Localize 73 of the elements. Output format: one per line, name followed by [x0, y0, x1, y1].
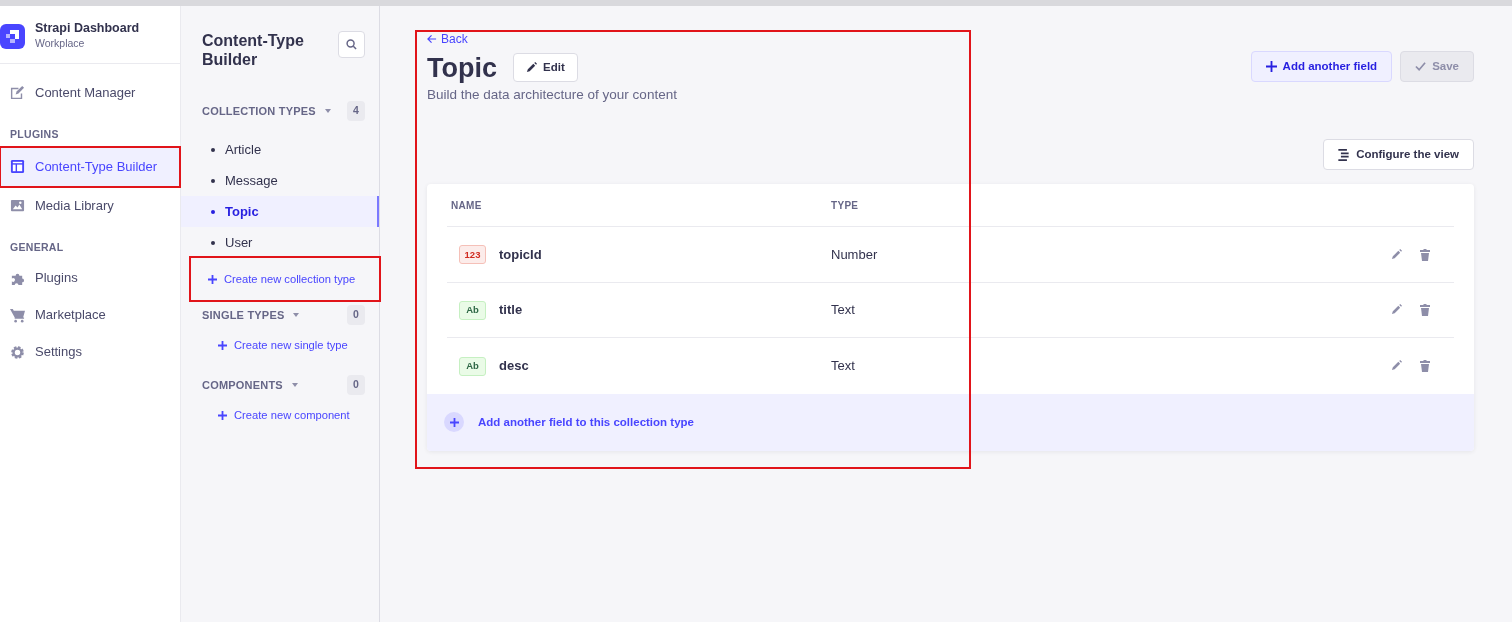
back-arrow-icon: [427, 34, 437, 44]
trash-icon: [1420, 248, 1430, 261]
check-icon: [1415, 60, 1427, 72]
configure-view-button[interactable]: Configure the view: [1323, 139, 1474, 171]
content-type-item[interactable]: Topic: [181, 196, 379, 227]
cart-icon: [10, 307, 25, 323]
content-type-item[interactable]: Article: [181, 134, 379, 165]
nav-item[interactable]: Settings: [0, 333, 180, 371]
caret-icon: [323, 107, 332, 115]
settings-icon: [10, 344, 25, 360]
column-header: TYPE: [831, 198, 859, 213]
plus-icon: [449, 417, 459, 427]
back-link[interactable]: Back: [427, 30, 468, 48]
nav-section-label: GENERAL: [9, 239, 65, 255]
edit-field-button[interactable]: [1391, 360, 1402, 373]
pencil-icon: [1391, 248, 1402, 260]
count-badge: 4: [346, 101, 365, 121]
brand-title: Strapi Dashboard: [35, 21, 140, 37]
trash-icon: [1420, 360, 1430, 373]
create-link[interactable]: Create new single type: [191, 330, 379, 360]
create-link[interactable]: Create new collection type: [191, 258, 379, 300]
content-type-item[interactable]: Message: [181, 165, 379, 196]
field-name: title: [499, 301, 523, 320]
column-header: NAME: [450, 198, 483, 213]
group-heading[interactable]: SINGLE TYPES: [202, 306, 301, 324]
field-type: Text: [831, 357, 855, 376]
edit-field-button[interactable]: [1391, 304, 1402, 317]
field-type: Number: [831, 245, 878, 264]
count-badge: 0: [346, 305, 365, 325]
nav-item[interactable]: Content Manager: [0, 74, 180, 111]
plus-icon: [218, 410, 227, 420]
plus-icon: [218, 340, 227, 350]
brand-subtitle: Workplace: [35, 36, 86, 52]
delete-field-button[interactable]: [1420, 248, 1430, 261]
create-link[interactable]: Create new component: [191, 400, 379, 430]
nav-item[interactable]: Content-Type Builder: [0, 146, 180, 187]
list-icon: [1338, 148, 1350, 161]
plus-icon: [208, 274, 217, 284]
pencil-icon: [526, 62, 537, 74]
search-button[interactable]: [338, 31, 365, 58]
image-icon: [10, 197, 25, 213]
add-field-footer-button[interactable]: Add another field to this collection type: [427, 393, 1474, 451]
pencil-icon: [1391, 360, 1402, 372]
add-field-button[interactable]: Add another field: [1250, 50, 1393, 82]
field-type: Text: [831, 301, 855, 320]
pencil-icon: [1391, 304, 1402, 316]
content-type-item[interactable]: User: [181, 227, 379, 258]
builder-title: Content-Type Builder: [202, 31, 305, 70]
page-title: Topic: [427, 51, 497, 84]
trash-icon: [1420, 304, 1430, 317]
field-name: topicId: [499, 245, 542, 264]
edit-button[interactable]: Edit: [513, 53, 578, 83]
nav-item[interactable]: Marketplace: [0, 296, 180, 334]
nav-section-label: PLUGINS: [9, 127, 60, 142]
caret-icon: [292, 311, 301, 319]
field-name: desc: [499, 357, 529, 376]
count-badge: 0: [346, 375, 365, 395]
plus-icon: [1265, 60, 1277, 72]
layout-icon: [10, 159, 25, 175]
nav-item[interactable]: Plugins: [0, 259, 180, 297]
edit-icon: [10, 85, 25, 100]
delete-field-button[interactable]: [1420, 360, 1430, 373]
type-badge: Ab: [459, 356, 486, 376]
group-heading[interactable]: COMPONENTS: [202, 376, 299, 394]
edit-field-button[interactable]: [1391, 248, 1402, 261]
type-badge: Ab: [459, 300, 486, 320]
caret-icon: [290, 381, 299, 389]
type-badge: 123: [459, 245, 486, 265]
delete-field-button[interactable]: [1420, 304, 1430, 317]
search-icon: [346, 39, 357, 50]
page-subtitle: Build the data architecture of your content: [427, 85, 677, 104]
nav-item[interactable]: Media Library: [0, 186, 180, 224]
group-heading[interactable]: COLLECTION TYPES: [202, 102, 332, 120]
